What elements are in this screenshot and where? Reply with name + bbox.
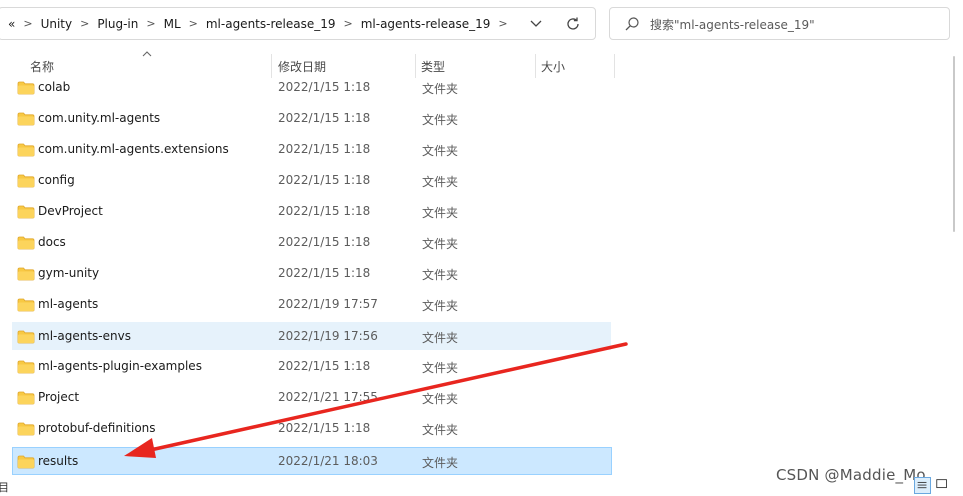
folder-icon (17, 360, 35, 374)
file-type: 文件夹 (422, 268, 459, 282)
file-type: 文件夹 (422, 237, 459, 251)
breadcrumb: « > Unity > Plug-in > ML > ml-agents-rel… (0, 8, 516, 39)
file-date: 2022/1/19 17:56 (278, 329, 378, 343)
file-date: 2022/1/15 1:18 (278, 80, 371, 94)
folder-icon (17, 422, 35, 436)
file-type: 文件夹 (422, 113, 459, 127)
list-item[interactable]: Project 2022/1/21 17:55 文件夹 (0, 383, 963, 414)
file-name: docs (38, 235, 66, 249)
breadcrumb-separator-icon: > (146, 17, 156, 30)
file-date: 2022/1/15 1:18 (278, 266, 371, 280)
breadcrumb-separator-icon: > (188, 17, 198, 30)
file-type: 文件夹 (422, 82, 459, 96)
list-item-hovered[interactable]: ml-agents-envs 2022/1/19 17:56 文件夹 (0, 322, 963, 353)
folder-icon (17, 81, 35, 95)
breadcrumb-separator-icon: > (498, 17, 508, 30)
folder-icon (17, 174, 35, 188)
file-name: protobuf-definitions (38, 421, 156, 435)
file-name: ml-agents-plugin-examples (38, 359, 202, 373)
status-edge-text: 目 (0, 481, 9, 494)
file-date: 2022/1/15 1:18 (278, 359, 371, 373)
tiles-view-button[interactable] (935, 477, 952, 494)
breadcrumb-item-unity[interactable]: Unity (41, 17, 73, 31)
folder-icon (17, 298, 35, 312)
file-name: com.unity.ml-agents (38, 111, 161, 125)
file-type: 文件夹 (422, 299, 459, 313)
file-type: 文件夹 (422, 361, 459, 375)
file-name: results (38, 454, 79, 468)
file-type: 文件夹 (422, 456, 459, 470)
file-name: com.unity.ml-agents.extensions (38, 142, 229, 156)
vertical-scrollbar[interactable] (953, 56, 955, 232)
folder-icon (17, 391, 35, 405)
search-icon (625, 17, 639, 31)
file-date: 2022/1/19 17:57 (278, 297, 378, 311)
list-item[interactable]: colab 2022/1/15 1:18 文件夹 (0, 73, 963, 104)
folder-icon (17, 267, 35, 281)
breadcrumb-item-ml[interactable]: ML (164, 17, 181, 31)
file-date: 2022/1/21 17:55 (278, 390, 378, 404)
folder-icon (17, 236, 35, 250)
file-name: ml-agents (38, 297, 99, 311)
file-name: ml-agents-envs (38, 329, 131, 343)
file-name: gym-unity (38, 266, 100, 280)
file-date: 2022/1/21 18:03 (278, 454, 378, 468)
refresh-icon[interactable] (565, 16, 581, 32)
file-type: 文件夹 (422, 144, 459, 158)
address-bar[interactable]: « > Unity > Plug-in > ML > ml-agents-rel… (0, 7, 596, 40)
file-date: 2022/1/15 1:18 (278, 111, 371, 125)
search-placeholder: 搜索"ml-agents-release_19" (650, 18, 815, 32)
file-name: config (38, 173, 75, 187)
details-view-button[interactable] (914, 477, 931, 494)
folder-icon (17, 143, 35, 157)
breadcrumb-separator-icon: > (343, 17, 353, 30)
list-item[interactable]: com.unity.ml-agents.extensions 2022/1/15… (0, 135, 963, 166)
folder-icon (17, 205, 35, 219)
file-date: 2022/1/15 1:18 (278, 421, 371, 435)
watermark: CSDN @Maddie_Mo (776, 466, 926, 484)
breadcrumb-overflow[interactable]: « (0, 17, 15, 31)
file-name: DevProject (38, 204, 103, 218)
list-item[interactable]: DevProject 2022/1/15 1:18 文件夹 (0, 197, 963, 228)
file-name: colab (38, 80, 71, 94)
breadcrumb-separator-icon: > (23, 17, 33, 30)
file-type: 文件夹 (422, 423, 459, 437)
breadcrumb-item-plug-in[interactable]: Plug-in (97, 17, 138, 31)
folder-icon (17, 112, 35, 126)
search-input[interactable]: 搜索"ml-agents-release_19" (609, 7, 950, 40)
list-item[interactable]: ml-agents 2022/1/19 17:57 文件夹 (0, 290, 963, 321)
list-item[interactable]: gym-unity 2022/1/15 1:18 文件夹 (0, 259, 963, 290)
file-date: 2022/1/15 1:18 (278, 235, 371, 249)
list-item[interactable]: docs 2022/1/15 1:18 文件夹 (0, 228, 963, 259)
folder-icon (17, 330, 35, 344)
file-date: 2022/1/15 1:18 (278, 173, 371, 187)
tiles-view-icon (936, 479, 947, 489)
sort-ascending-icon (142, 51, 152, 57)
folder-icon (17, 455, 35, 469)
file-type: 文件夹 (422, 206, 459, 220)
list-item[interactable]: protobuf-definitions 2022/1/15 1:18 文件夹 (0, 414, 963, 445)
list-item[interactable]: ml-agents-plugin-examples 2022/1/15 1:18… (0, 352, 963, 383)
breadcrumb-item-release-current[interactable]: ml-agents-release_19 (361, 17, 491, 31)
breadcrumb-item-release-parent[interactable]: ml-agents-release_19 (206, 17, 336, 31)
list-item[interactable]: config 2022/1/15 1:18 文件夹 (0, 166, 963, 197)
file-date: 2022/1/15 1:18 (278, 142, 371, 156)
file-type: 文件夹 (422, 331, 459, 345)
breadcrumb-separator-icon: > (80, 17, 90, 30)
file-type: 文件夹 (422, 175, 459, 189)
chevron-down-icon[interactable] (528, 17, 544, 31)
details-view-icon (917, 481, 927, 489)
file-name: Project (38, 390, 80, 404)
file-type: 文件夹 (422, 392, 459, 406)
list-item[interactable]: com.unity.ml-agents 2022/1/15 1:18 文件夹 (0, 104, 963, 135)
file-date: 2022/1/15 1:18 (278, 204, 371, 218)
